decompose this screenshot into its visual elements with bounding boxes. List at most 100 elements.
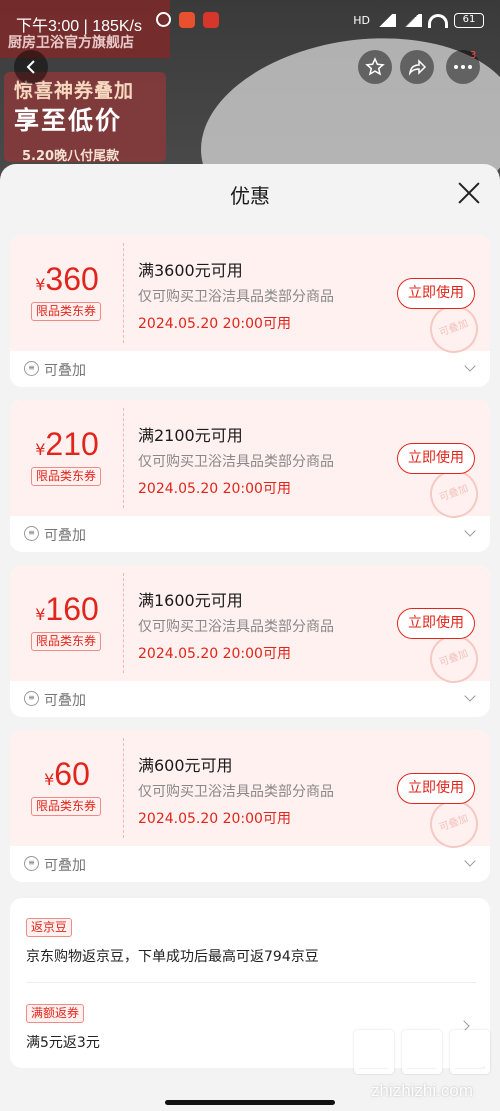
stackable-label: 可叠加 (44, 858, 86, 874)
share-button[interactable] (400, 50, 434, 84)
coupon-divider (123, 738, 124, 838)
status-bar: 下午3:00 | 185K/s HD 61 (0, 0, 500, 44)
coupon-stack-row[interactable]: ≡ 可叠加 (10, 846, 490, 882)
jingdou-badge: 返京豆 (26, 918, 73, 937)
chevron-left-icon (26, 60, 35, 74)
coupon-stack-row[interactable]: ≡ 可叠加 (10, 351, 490, 387)
coupon-amount: ¥210 (10, 426, 124, 463)
coupon-body: ¥360 限品类东券 满3600元可用 仅可购买卫浴洁具品类部分商品 2024.… (10, 235, 490, 360)
coupon-amount-value: 60 (54, 756, 90, 792)
coupon-scope: 仅可购买卫浴洁具品类部分商品 (138, 454, 334, 470)
coupon-card: ¥360 限品类东券 满3600元可用 仅可购买卫浴洁具品类部分商品 2024.… (10, 235, 490, 387)
status-time: 下午3:00 | 185K/s (16, 18, 143, 35)
coupon-type-tag: 限品类东券 (31, 467, 101, 486)
signal-icon (402, 14, 422, 27)
coupon-amount-value: 210 (45, 426, 99, 462)
coupon-scope: 仅可购买卫浴洁具品类部分商品 (138, 784, 334, 800)
use-now-button[interactable]: 立即使用 (397, 773, 475, 804)
chevron-down-icon (464, 855, 476, 867)
coupon-card: ¥160 限品类东券 满1600元可用 仅可购买卫浴洁具品类部分商品 2024.… (10, 565, 490, 717)
more-dots-icon (454, 65, 472, 69)
coupon-amount: ¥60 (10, 756, 124, 793)
coupon-body: ¥60 限品类东券 满600元可用 仅可购买卫浴洁具品类部分商品 2024.05… (10, 730, 490, 855)
sheet-title: 优惠 (230, 184, 270, 208)
coupon-scope: 仅可购买卫浴洁具品类部分商品 (138, 289, 334, 305)
coupon-divider (123, 573, 124, 673)
stackable-label: 可叠加 (44, 693, 86, 709)
coupon-divider (123, 243, 124, 343)
currency-symbol: ¥ (44, 770, 55, 789)
coupon-amount: ¥360 (10, 261, 124, 298)
coupon-body: ¥160 限品类东券 满1600元可用 仅可购买卫浴洁具品类部分商品 2024.… (10, 565, 490, 690)
rebate-text[interactable]: 满5元返3元 (26, 1032, 100, 1052)
coupon-scope: 仅可购买卫浴洁具品类部分商品 (138, 619, 334, 635)
coupon-type-tag: 限品类东券 (31, 632, 101, 651)
hd-indicator: HD (353, 14, 370, 27)
battery-icon: 61 (454, 13, 484, 28)
coupon-amount: ¥160 (10, 591, 124, 628)
watermark: zhizhizhi.com (352, 1030, 492, 1106)
promo-banner-line3: 5.20晚八付尾款 (22, 149, 120, 164)
coupon-value-area: ¥60 限品类东券 (10, 730, 124, 846)
rebate-badge: 满额返券 (26, 1004, 85, 1023)
coupon-type-tag: 限品类东券 (31, 797, 101, 816)
share-icon (408, 59, 427, 76)
alarm-icon (156, 12, 171, 27)
favorite-button[interactable] (358, 50, 392, 84)
watermark-logo-glyph (402, 1030, 442, 1074)
coupon-value-area: ¥210 限品类东券 (10, 400, 124, 516)
currency-symbol: ¥ (35, 605, 46, 624)
chevron-down-icon (464, 360, 476, 372)
promo-banner-line2: 享至低价 (14, 106, 123, 135)
coupon-value-area: ¥160 限品类东券 (10, 565, 124, 681)
coupon-stack-row[interactable]: ≡ 可叠加 (10, 681, 490, 717)
currency-symbol: ¥ (35, 440, 46, 459)
coupon-threshold: 满3600元可用 (138, 261, 243, 280)
coupon-body: ¥210 限品类东券 满2100元可用 仅可购买卫浴洁具品类部分商品 2024.… (10, 400, 490, 525)
coupon-type-tag: 限品类东券 (31, 302, 101, 321)
app-notification-icon (203, 12, 219, 28)
coupon-valid-time: 2024.05.20 20:00可用 (138, 316, 291, 332)
close-icon[interactable] (456, 180, 482, 206)
coupon-valid-time: 2024.05.20 20:00可用 (138, 811, 291, 827)
jingdou-text: 京东购物返京豆，下单成功后最高可返794京豆 (26, 949, 319, 965)
stack-icon: ≡ (24, 856, 39, 871)
stack-icon: ≡ (24, 691, 39, 706)
star-icon (365, 57, 385, 76)
coupon-amount-value: 160 (45, 591, 99, 627)
chevron-down-icon (464, 525, 476, 537)
stack-icon: ≡ (24, 361, 39, 376)
home-indicator[interactable] (165, 1100, 335, 1105)
use-now-button[interactable]: 立即使用 (397, 608, 475, 639)
status-notification-icons (156, 12, 219, 28)
coupon-valid-time: 2024.05.20 20:00可用 (138, 481, 291, 497)
coupon-sheet: 优惠 ¥360 限品类东券 满3600元可用 仅可购买卫浴洁具品类部分商品 20… (0, 164, 500, 1111)
coupon-valid-time: 2024.05.20 20:00可用 (138, 646, 291, 662)
stack-icon: ≡ (24, 526, 39, 541)
chevron-down-icon (464, 690, 476, 702)
coupon-card: ¥60 限品类东券 满600元可用 仅可购买卫浴洁具品类部分商品 2024.05… (10, 730, 490, 882)
coupon-divider (123, 408, 124, 508)
wifi-icon (428, 13, 448, 28)
watermark-logo-glyph (354, 1030, 394, 1074)
coupon-threshold: 满2100元可用 (138, 426, 243, 445)
stackable-label: 可叠加 (44, 528, 86, 544)
signal-icon (376, 14, 396, 27)
coupon-card: ¥210 限品类东券 满2100元可用 仅可购买卫浴洁具品类部分商品 2024.… (10, 400, 490, 552)
coupon-threshold: 满1600元可用 (138, 591, 243, 610)
coupon-stack-row[interactable]: ≡ 可叠加 (10, 516, 490, 552)
stackable-label: 可叠加 (44, 363, 86, 379)
divider (26, 982, 476, 983)
back-button[interactable] (14, 50, 48, 84)
watermark-logo-glyph (450, 1030, 490, 1074)
app-notification-icon (179, 12, 195, 28)
coupon-threshold: 满600元可用 (138, 756, 233, 775)
status-system-icons: HD 61 (353, 13, 484, 28)
watermark-url: zhizhizhi.com (370, 1081, 474, 1100)
currency-symbol: ¥ (35, 275, 46, 294)
coupon-amount-value: 360 (45, 261, 99, 297)
use-now-button[interactable]: 立即使用 (397, 443, 475, 474)
coupon-value-area: ¥360 限品类东券 (10, 235, 124, 351)
more-badge: 3 (470, 50, 477, 61)
use-now-button[interactable]: 立即使用 (397, 278, 475, 309)
